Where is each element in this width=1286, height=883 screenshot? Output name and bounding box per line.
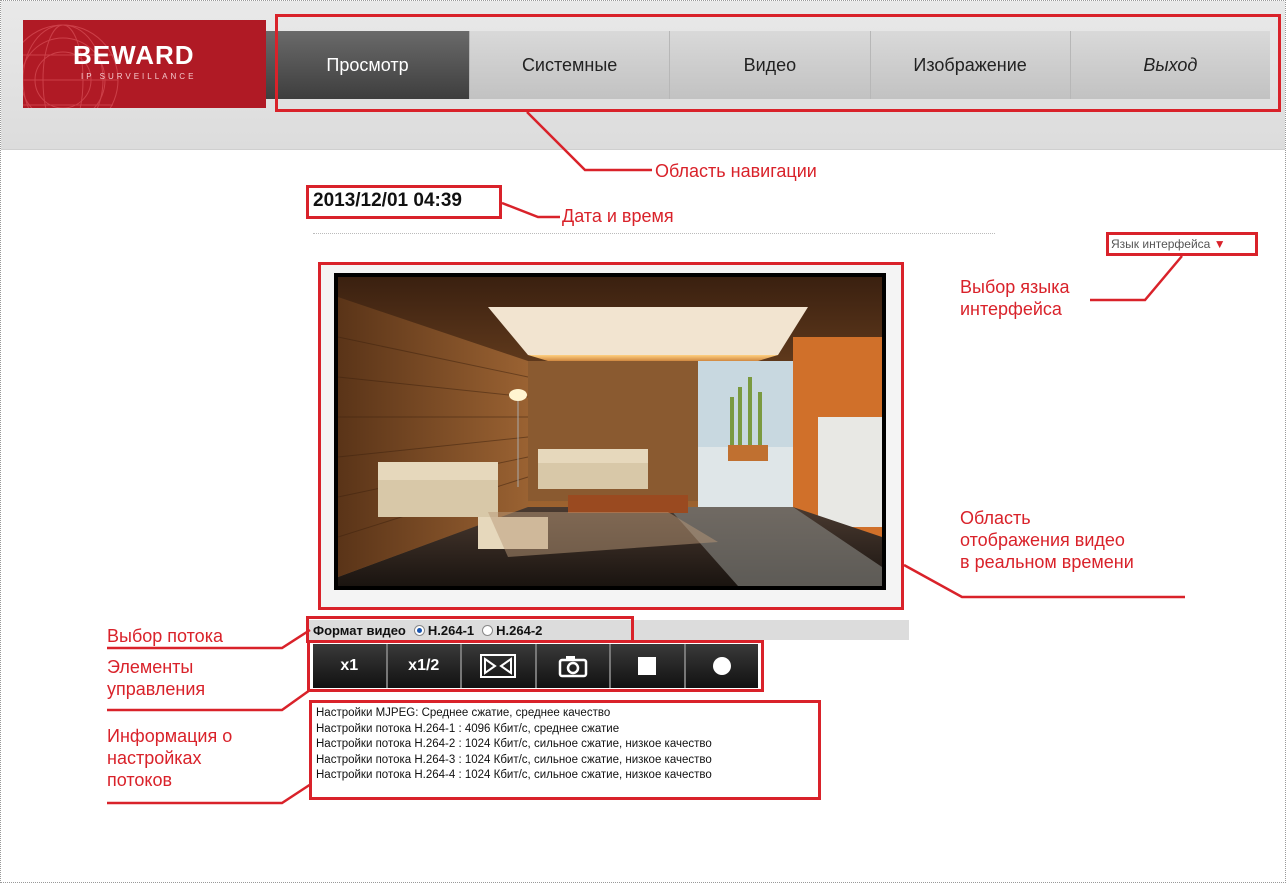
format-label: Формат видео bbox=[313, 622, 406, 638]
stream-option-h264-2[interactable]: H.264-2 bbox=[482, 623, 542, 638]
stream-info-line: Настройки потока H.264-1 : 4096 Кбит/с, … bbox=[316, 722, 620, 735]
snapshot-button[interactable] bbox=[536, 644, 611, 688]
annotation-controls-line2: управления bbox=[107, 679, 206, 699]
nav-item-video[interactable]: Видео bbox=[670, 31, 871, 99]
beward-logo[interactable]: BEWARD IP SURVEILLANCE bbox=[23, 20, 266, 108]
nav-item-view[interactable]: Просмотр bbox=[266, 31, 470, 99]
navigation-bar: Просмотр Системные Видео Изображение Вых… bbox=[266, 31, 1270, 99]
record-icon bbox=[712, 657, 731, 675]
annotation-video: Область отображения видео в реальном вре… bbox=[960, 507, 1134, 573]
stream-info-list: Настройки MJPEG: Среднее сжатие, среднее… bbox=[316, 706, 712, 784]
radio-selected-icon[interactable] bbox=[413, 624, 425, 636]
nav-item-image[interactable]: Изображение bbox=[871, 31, 1071, 99]
annotation-info-line1: Информация о bbox=[107, 726, 233, 746]
annotation-info-line2: настройках bbox=[107, 748, 202, 768]
annotation-controls: Элементы управления bbox=[107, 656, 205, 700]
fullscreen-button[interactable] bbox=[462, 644, 537, 688]
nav-item-logout[interactable]: Выход bbox=[1071, 31, 1270, 99]
logo-brand-text: BEWARD bbox=[73, 40, 195, 70]
annotation-video-line3: в реальном времени bbox=[960, 552, 1134, 572]
logo-sub-text: IP SURVEILLANCE bbox=[81, 72, 197, 81]
stop-icon bbox=[638, 657, 657, 675]
zoom-x1-button[interactable]: x1 bbox=[313, 644, 388, 688]
stream-option-label: H.264-1 bbox=[427, 622, 475, 638]
annotation-video-line1: Область bbox=[960, 508, 1031, 528]
fullscreen-icon bbox=[480, 654, 517, 678]
stop-button[interactable] bbox=[611, 644, 686, 688]
stream-info-line: Настройки потока H.264-2 : 1024 Кбит/с, … bbox=[316, 738, 712, 750]
stream-info-line: Настройки MJPEG: Среднее сжатие, среднее… bbox=[316, 707, 611, 719]
divider bbox=[313, 233, 995, 234]
video-controls: x1 x1/2 bbox=[313, 644, 758, 688]
live-video-view[interactable] bbox=[334, 273, 886, 590]
stream-info-line: Настройки потока H.264-4 : 1024 Кбит/с, … bbox=[316, 769, 712, 781]
annotation-stream: Выбор потока bbox=[107, 626, 223, 646]
zoom-half-button[interactable]: x1/2 bbox=[387, 644, 462, 688]
annotation-nav: Область навигации bbox=[655, 161, 817, 181]
stream-option-label: H.264-2 bbox=[496, 622, 543, 638]
chevron-down-icon: ▼ bbox=[1213, 237, 1226, 251]
annotation-language-line2: интерфейса bbox=[960, 299, 1062, 319]
camera-icon bbox=[558, 656, 587, 678]
annotation-controls-line1: Элементы bbox=[107, 657, 194, 677]
annotation-info: Информация о настройках потоков bbox=[107, 725, 232, 791]
record-button[interactable] bbox=[685, 644, 758, 688]
annotation-language: Выбор языка интерфейса bbox=[960, 276, 1070, 320]
room-scene-image bbox=[338, 277, 882, 586]
annotation-video-line2: отображения видео bbox=[960, 530, 1125, 550]
radio-unselected-icon[interactable] bbox=[482, 624, 494, 636]
stream-option-h264-1[interactable]: H.264-1 bbox=[413, 622, 475, 638]
language-selector-label: Язык интерфейса bbox=[1111, 237, 1211, 251]
annotation-info-line3: потоков bbox=[107, 770, 173, 790]
annotation-language-line1: Выбор языка bbox=[960, 277, 1070, 297]
annotation-datetime: Дата и время bbox=[562, 206, 674, 226]
language-selector[interactable]: Язык интерфейса ▼ bbox=[1111, 237, 1226, 251]
date-time-display: 2013/12/01 04:39 bbox=[313, 190, 462, 211]
nav-item-system[interactable]: Системные bbox=[470, 31, 671, 99]
stream-info-line: Настройки потока H.264-3 : 1024 Кбит/с, … bbox=[316, 753, 712, 766]
stream-format-row: Формат видео H.264-1 H.264-2 bbox=[309, 620, 909, 640]
